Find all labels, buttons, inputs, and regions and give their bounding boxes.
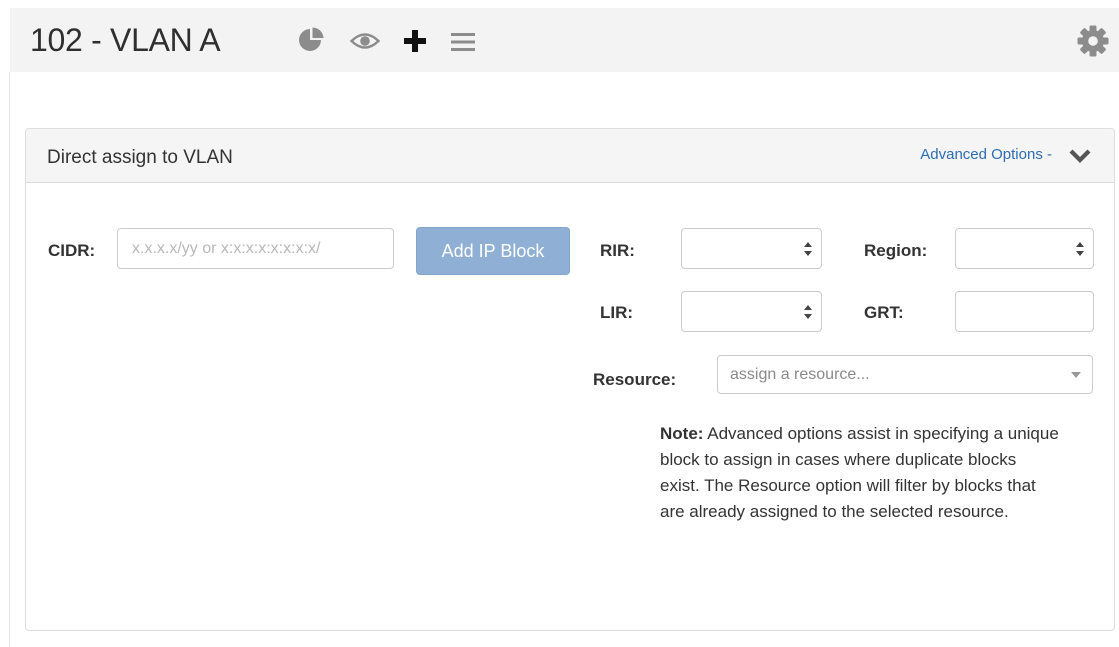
grt-field [955,291,1094,332]
eye-icon[interactable] [350,31,380,51]
cidr-input[interactable] [118,229,393,268]
plus-icon[interactable] [403,29,427,53]
grt-label: GRT: [864,303,904,322]
panel-header: Direct assign to VLAN Advanced Options - [26,129,1114,183]
resource-select[interactable]: assign a resource... [717,355,1093,394]
advanced-options-note: Note: Advanced options assist in specify… [660,421,1060,525]
select-arrows-icon [1076,242,1084,256]
cidr-label: CIDR: [48,241,96,260]
region-select[interactable] [955,228,1094,269]
direct-assign-panel: Direct assign to VLAN Advanced Options -… [25,128,1115,631]
lir-label: LIR: [600,303,634,322]
note-label: Note: [660,424,704,443]
region-label: Region: [864,241,928,260]
gear-icon[interactable] [1076,24,1110,58]
panel-title: Direct assign to VLAN [47,147,233,168]
lir-select[interactable] [681,291,822,332]
rir-select[interactable] [681,228,822,269]
note-text: Advanced options assist in specifying a … [660,424,1059,521]
rir-label: RIR: [600,241,635,260]
title-bar: 102 - VLAN A [10,8,1119,72]
add-ip-block-button[interactable]: Add IP Block [416,227,570,275]
advanced-options-link[interactable]: Advanced Options - [920,146,1052,163]
chevron-down-icon[interactable] [1068,147,1092,165]
grt-input[interactable] [956,292,1093,331]
resource-label: Resource: [593,370,677,389]
page-left-border [9,72,10,647]
caret-down-icon [1071,372,1081,378]
pie-chart-icon[interactable] [297,26,325,54]
page-title: 102 - VLAN A [30,22,221,58]
menu-icon[interactable] [450,31,476,53]
resource-placeholder: assign a resource... [730,366,870,383]
select-arrows-icon [804,242,812,256]
select-arrows-icon [804,305,812,319]
cidr-field [117,228,394,269]
